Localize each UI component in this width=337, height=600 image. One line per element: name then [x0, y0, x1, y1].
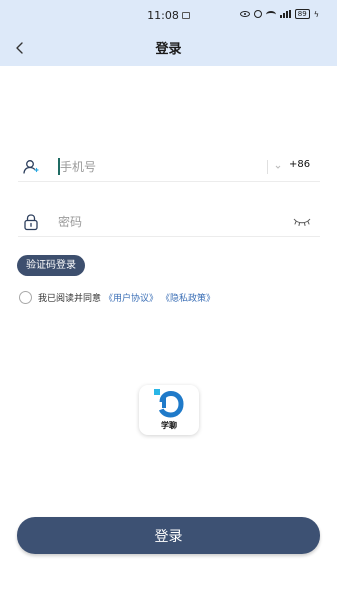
app-logo-icon — [154, 389, 184, 418]
eye-closed-icon[interactable] — [292, 216, 312, 228]
page-title: 登录 — [155, 42, 182, 57]
wifi-icon — [265, 10, 276, 18]
user-icon — [23, 160, 39, 174]
password-field-row — [18, 207, 320, 237]
user-agreement-link[interactable]: 《用户协议》 — [104, 291, 158, 304]
notification-icon — [181, 12, 190, 19]
signal-icon — [279, 10, 291, 18]
nav-bar: 登录 — [0, 32, 337, 66]
alarm-icon — [253, 10, 262, 18]
battery-icon: 89 — [294, 9, 310, 19]
privacy-policy-link[interactable]: 《隐私政策》 — [161, 291, 215, 304]
app-name: 学聊 — [161, 421, 177, 430]
country-code-selector[interactable]: +86 — [289, 159, 310, 170]
chevron-down-icon[interactable] — [274, 163, 282, 171]
status-icons: 89 ϟ — [239, 9, 319, 19]
field-divider — [267, 160, 268, 174]
lock-icon — [24, 214, 38, 231]
login-button[interactable]: 登录 — [17, 517, 320, 554]
phone-field-row: +86 — [18, 152, 320, 182]
charging-icon: ϟ — [313, 9, 319, 19]
battery-level: 89 — [297, 10, 307, 18]
agreement-row: 我已阅读并同意 《用户协议》 《隐私政策》 — [19, 291, 215, 304]
agreement-checkbox[interactable] — [19, 291, 32, 304]
status-time-text: 11:08 — [147, 9, 179, 22]
password-input[interactable] — [58, 210, 268, 234]
status-bar: 11:08 89 ϟ — [0, 0, 337, 32]
sms-login-button[interactable]: 验证码登录 — [17, 255, 85, 276]
agreement-text: 我已阅读并同意 — [38, 294, 102, 304]
phone-input[interactable] — [60, 155, 270, 179]
app-logo: 学聊 — [139, 385, 199, 435]
eye-icon — [239, 11, 250, 17]
